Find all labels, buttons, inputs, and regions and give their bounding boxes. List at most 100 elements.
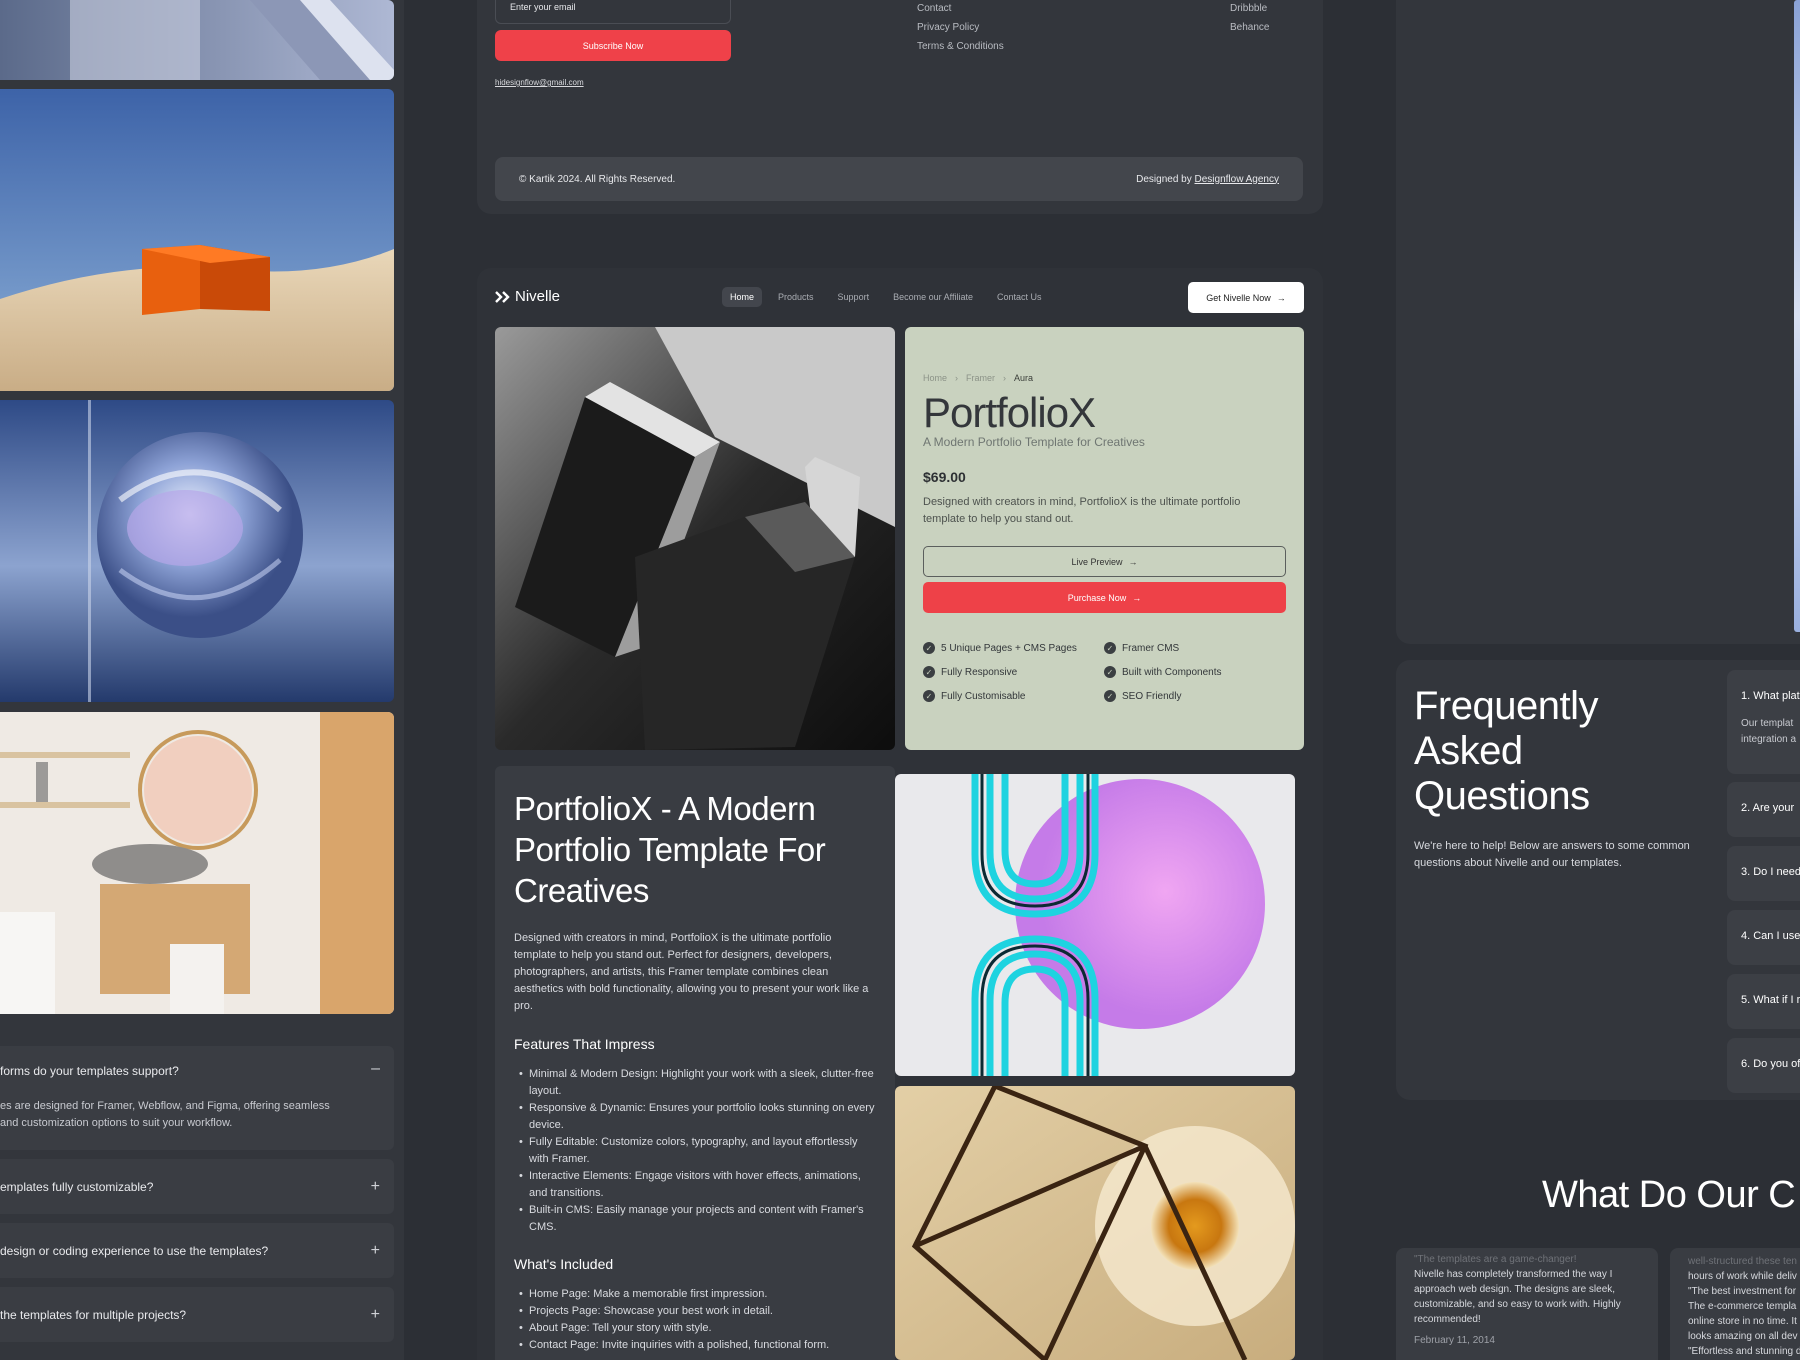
feature-item: ✓ Built with Components bbox=[1104, 666, 1222, 678]
faq-item[interactable]: 2. Are your bbox=[1727, 782, 1800, 837]
testimonial-line: looks amazing on all dev bbox=[1688, 1331, 1798, 1342]
product-price: $69.00 bbox=[923, 469, 966, 485]
live-preview-label: Live Preview bbox=[1071, 556, 1123, 567]
footer-preview: Enter your email Subscribe Now hidesignf… bbox=[477, 0, 1323, 214]
right-preview-panel bbox=[1396, 0, 1800, 644]
testimonial-date: February 11, 2014 bbox=[1414, 1335, 1495, 1346]
check-icon: ✓ bbox=[1104, 666, 1116, 678]
glass-sphere-image bbox=[0, 400, 394, 702]
faq-item[interactable]: design or coding experience to use the t… bbox=[0, 1223, 394, 1278]
expand-icon[interactable]: + bbox=[371, 1178, 380, 1196]
details-body: Designed with creators in mind, Portfoli… bbox=[514, 932, 869, 1012]
feature-item: ✓ 5 Unique Pages + CMS Pages bbox=[923, 642, 1077, 654]
feature-item: ✓ SEO Friendly bbox=[1104, 690, 1181, 702]
testimonial-line: well-structured these ten bbox=[1688, 1256, 1797, 1267]
faq-question: design or coding experience to use the t… bbox=[0, 1243, 269, 1258]
nav-support[interactable]: Support bbox=[830, 287, 878, 307]
testimonial-line: hours of work while deliv bbox=[1688, 1271, 1797, 1282]
list-item: Contact Page: Invite inquiries with a po… bbox=[514, 1337, 876, 1354]
faq-section: Frequently Asked Questions We're here to… bbox=[1396, 660, 1800, 1100]
footer-link-dribbble[interactable]: Dribbble bbox=[1230, 3, 1267, 14]
main-nav: Home Products Support Become our Affilia… bbox=[722, 287, 1050, 307]
feature-label: Fully Customisable bbox=[941, 690, 1026, 702]
collapse-icon[interactable]: – bbox=[371, 1060, 380, 1078]
faq-item[interactable]: 6. Do you of bbox=[1727, 1038, 1800, 1093]
list-item: Projects Page: Showcase your best work i… bbox=[514, 1303, 876, 1320]
check-icon: ✓ bbox=[1104, 642, 1116, 654]
chevron-right-icon: › bbox=[955, 373, 959, 383]
check-icon: ✓ bbox=[923, 666, 935, 678]
faq-question: 5. What if I r bbox=[1741, 994, 1800, 1006]
check-icon: ✓ bbox=[923, 690, 935, 702]
designed-by: Designed by Designflow Agency bbox=[1136, 174, 1279, 185]
purchase-now-button[interactable]: Purchase Now → bbox=[923, 582, 1286, 613]
faq-item[interactable]: the templates for multiple projects? + bbox=[0, 1287, 394, 1342]
purchase-label: Purchase Now bbox=[1067, 592, 1127, 603]
get-nivelle-label: Get Nivelle Now bbox=[1206, 292, 1271, 303]
nav-contact[interactable]: Contact Us bbox=[989, 287, 1050, 307]
feature-item: ✓ Fully Responsive bbox=[923, 666, 1017, 678]
product-page-preview: Nivelle Home Products Support Become our… bbox=[477, 268, 1323, 1360]
nav-home[interactable]: Home bbox=[722, 287, 763, 307]
image-edge-strip bbox=[1794, 0, 1800, 632]
expand-icon[interactable]: + bbox=[371, 1242, 380, 1260]
faq-item[interactable]: emplates fully customizable? + bbox=[0, 1159, 394, 1214]
faq-item-expanded[interactable]: 1. What plat Our templat integration a bbox=[1727, 670, 1800, 774]
faq-item[interactable]: 4. Can I use bbox=[1727, 910, 1800, 965]
features-list: Minimal & Modern Design: Highlight your … bbox=[514, 1066, 876, 1236]
check-icon: ✓ bbox=[923, 642, 935, 654]
list-item: Interactive Elements: Engage visitors wi… bbox=[514, 1168, 876, 1202]
expand-icon[interactable]: + bbox=[371, 1306, 380, 1324]
testimonial-line: online store in no time. It bbox=[1688, 1316, 1797, 1327]
gallery-image-geometric bbox=[895, 1086, 1295, 1360]
subscribe-button[interactable]: Subscribe Now bbox=[495, 30, 731, 61]
left-preview-column: forms do your templates support? – es ar… bbox=[0, 0, 404, 1360]
testimonial-line: The e-commerce templa bbox=[1688, 1301, 1797, 1312]
footer-link-behance[interactable]: Behance bbox=[1230, 22, 1269, 33]
list-item: Minimal & Modern Design: Highlight your … bbox=[514, 1066, 876, 1100]
feature-label: 5 Unique Pages + CMS Pages bbox=[941, 642, 1077, 654]
list-item: Home Page: Make a memorable first impres… bbox=[514, 1286, 876, 1303]
arrow-right-icon: → bbox=[1276, 292, 1286, 303]
faq-answer: es are designed for Framer, Webflow, and… bbox=[0, 1100, 330, 1129]
footer-link-privacy[interactable]: Privacy Policy bbox=[917, 22, 979, 33]
feature-item: ✓ Framer CMS bbox=[1104, 642, 1179, 654]
product-hero-image bbox=[495, 327, 895, 750]
product-subtitle: A Modern Portfolio Template for Creative… bbox=[923, 435, 1145, 449]
breadcrumb-framer[interactable]: Framer bbox=[966, 373, 995, 383]
included-list: Home Page: Make a memorable first impres… bbox=[514, 1286, 876, 1354]
faq-item-expanded[interactable]: forms do your templates support? – es ar… bbox=[0, 1046, 394, 1150]
product-card: Home › Framer › Aura PortfolioX A Modern… bbox=[905, 327, 1304, 750]
product-title: PortfolioX bbox=[923, 389, 1096, 436]
faq-question: forms do your templates support? bbox=[0, 1064, 179, 1078]
email-link[interactable]: hidesignflow@gmail.com bbox=[495, 78, 584, 87]
faq-item[interactable]: 3. Do I need bbox=[1727, 846, 1800, 901]
architecture-image bbox=[0, 0, 394, 80]
footer-link-contact[interactable]: Contact bbox=[917, 3, 951, 14]
get-nivelle-button[interactable]: Get Nivelle Now → bbox=[1188, 282, 1304, 313]
breadcrumb-home[interactable]: Home bbox=[923, 373, 947, 383]
faq-question: 1. What plat bbox=[1741, 690, 1800, 702]
list-item: About Page: Tell your story with style. bbox=[514, 1320, 876, 1337]
feature-label: SEO Friendly bbox=[1122, 690, 1182, 702]
testimonial-card: "The templates are a game-changer! Nivel… bbox=[1396, 1248, 1658, 1360]
faq-question: 2. Are your bbox=[1741, 802, 1795, 814]
testimonial-quote: "The templates are a game-changer! bbox=[1414, 1254, 1577, 1265]
live-preview-button[interactable]: Live Preview → bbox=[923, 546, 1286, 577]
faq-question: 6. Do you of bbox=[1741, 1058, 1800, 1070]
logo-text: Nivelle bbox=[515, 288, 561, 305]
list-item: Fully Editable: Customize colors, typogr… bbox=[514, 1134, 876, 1168]
faq-item[interactable]: 5. What if I r bbox=[1727, 974, 1800, 1029]
bathroom-image bbox=[0, 712, 394, 1014]
feature-label: Framer CMS bbox=[1122, 642, 1180, 654]
feature-label: Fully Responsive bbox=[941, 666, 1018, 678]
faq-subtitle: We're here to help! Below are answers to… bbox=[1414, 840, 1690, 869]
designflow-link[interactable]: Designflow Agency bbox=[1195, 174, 1280, 185]
footer-link-terms[interactable]: Terms & Conditions bbox=[917, 41, 1004, 52]
email-input[interactable]: Enter your email bbox=[495, 0, 731, 24]
nav-affiliate[interactable]: Become our Affiliate bbox=[885, 287, 981, 307]
faq-question: the templates for multiple projects? bbox=[0, 1307, 187, 1322]
logo[interactable]: Nivelle bbox=[495, 288, 560, 305]
nav-products[interactable]: Products bbox=[770, 287, 822, 307]
list-item: Responsive & Dynamic: Ensures your portf… bbox=[514, 1100, 876, 1134]
